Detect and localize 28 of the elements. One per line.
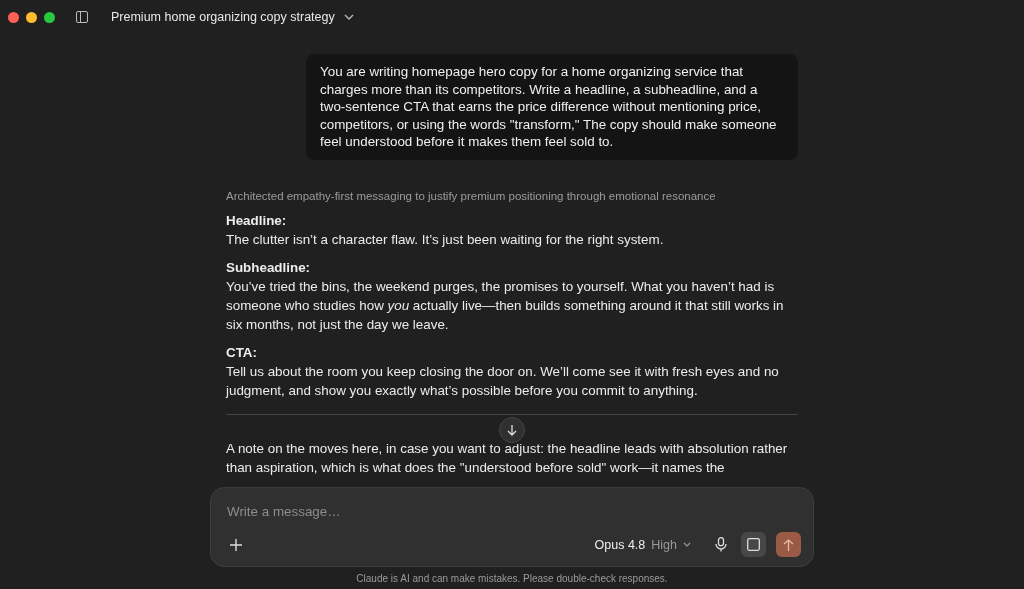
plus-icon[interactable] — [230, 538, 242, 551]
effort-selector[interactable]: High — [651, 537, 677, 552]
square-icon — [747, 538, 760, 551]
section-text: The clutter isn’t a character flaw. It’s just been waiting for the right system. — [226, 230, 665, 249]
microphone-icon[interactable] — [715, 537, 727, 552]
arrow-up-icon — [783, 538, 794, 551]
square-button[interactable] — [741, 532, 766, 557]
thinking-summary[interactable]: Architected empathy-first messaging to justify premium positioning through emotional resonance — [226, 189, 798, 202]
zoom-dot[interactable] — [44, 11, 55, 23]
sidebar-icon[interactable] — [76, 11, 88, 23]
arrow-down-icon — [506, 423, 518, 436]
user-message: You are writing homepage hero copy for a home organizing service that charges more than its competitors. Write a headline, a subheadline, and a two-sentence CTA that earns the price difference without mentioning price, competitors, or using the words "transform," The copy should make someone feel understood before it makes them feel sold to. — [306, 54, 798, 160]
window-title[interactable]: Premium home organizing copy strategy — [111, 10, 335, 24]
section-heading: Subheadline: — [226, 258, 312, 277]
close-dot[interactable] — [8, 11, 19, 23]
message-input[interactable]: Write a message… — [227, 504, 801, 519]
section-heading: CTA: — [226, 343, 258, 362]
note-text: A note on the moves here, in case you want to adjust: the headline leads with absolution rather than aspiration, which is what does the "understood before sold" work—it names the — [226, 439, 789, 477]
chevron-icon[interactable] — [683, 542, 691, 547]
disclaimer-text: Claude is AI and can make mistakes. Please double-check responses. — [355, 572, 669, 586]
chevron-icon[interactable] — [343, 14, 354, 20]
section-text: You’ve tried the bins, the weekend purges, the promises to yourself. What you haven’t had is someone who studies how you actually live—then builds something around it that still works in six months, not just the day we leave. — [226, 277, 785, 334]
scroll-down-button[interactable] — [499, 416, 525, 443]
send-button[interactable] — [776, 532, 801, 557]
minimize-dot[interactable] — [26, 11, 37, 23]
model-selector[interactable]: Opus 4.8 — [594, 537, 646, 552]
section-text: Tell us about the room you keep closing the door on. We’ll come see it with fresh eyes and no judgment, and show you exactly what’s possible before you commit to anything. — [226, 362, 780, 400]
section-heading: Headline: — [226, 211, 288, 230]
